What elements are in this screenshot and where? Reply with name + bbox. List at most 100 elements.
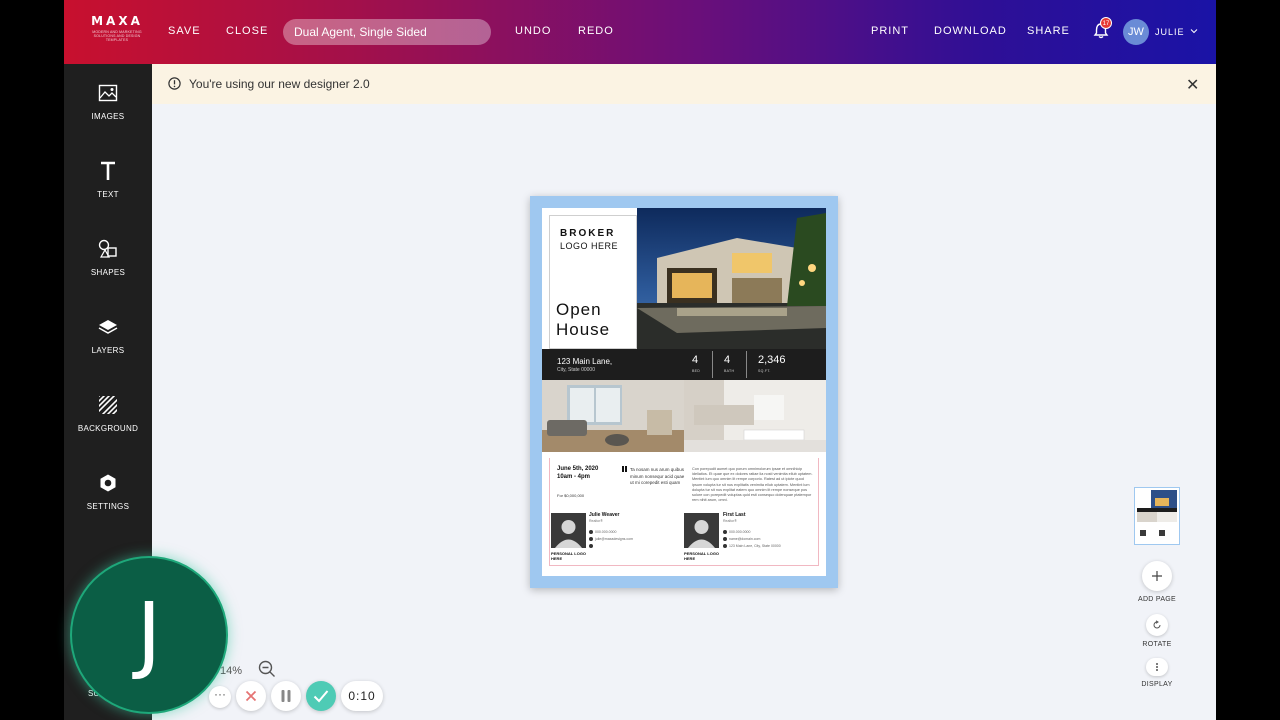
add-page-button[interactable]: [1142, 561, 1172, 591]
recorder-avatar: J: [72, 558, 226, 712]
agent-phone: 000.000.0000: [595, 530, 617, 534]
undo-button[interactable]: UNDO: [515, 25, 551, 37]
sidebar-item-layers[interactable]: LAYERS: [64, 314, 152, 355]
person-placeholder-icon: [684, 513, 719, 548]
house-exterior-photo[interactable]: [637, 208, 826, 349]
notice-text: You're using our new designer 2.0: [189, 77, 370, 91]
zoom-out-icon[interactable]: [258, 660, 276, 678]
recorder-confirm-button[interactable]: [306, 681, 336, 711]
agent-photo[interactable]: [551, 513, 586, 548]
property-description[interactable]: Con porepudit aumet quo porum omnimoloru…: [692, 467, 814, 503]
sidebar-item-label: TEXT: [97, 190, 119, 199]
phone-icon: [589, 530, 593, 534]
property-city-state: City, State 00000: [557, 367, 595, 373]
headline-line-1: Open: [556, 300, 602, 319]
sqft-label: SQ.FT.: [758, 369, 771, 373]
sidebar-item-images[interactable]: IMAGES: [64, 80, 152, 121]
personal-logo-placeholder[interactable]: PERSONAL LOGO HERE: [551, 551, 591, 561]
recorder-timer: 0:10: [341, 681, 383, 711]
agent-name[interactable]: Julie Weaver: [589, 512, 619, 518]
email-icon: [589, 537, 593, 541]
event-date[interactable]: June 5th, 2020 10am - 4pm: [557, 466, 598, 481]
share-button[interactable]: SHARE: [1027, 25, 1070, 37]
sidebar-item-label: IMAGES: [91, 112, 125, 121]
user-avatar[interactable]: JW: [1123, 19, 1149, 45]
email-icon: [723, 537, 727, 541]
layers-icon: [98, 320, 118, 334]
print-button[interactable]: PRINT: [871, 25, 909, 37]
document-title-input[interactable]: Dual Agent, Single Sided: [283, 19, 491, 45]
living-room-photo[interactable]: [542, 380, 684, 452]
add-page-label: ADD PAGE: [1137, 596, 1177, 603]
kitchen-photo[interactable]: [684, 380, 826, 452]
headline-line-2: House: [556, 320, 611, 339]
redo-button[interactable]: REDO: [578, 25, 614, 37]
rotate-icon: [1153, 620, 1161, 629]
agent-address: 123 Main Lane, City, State 00000: [729, 544, 781, 548]
baths-label: BATH: [724, 369, 735, 373]
baths-value: 4: [724, 354, 731, 366]
broker-logo-title: BROKER: [560, 228, 616, 239]
rotate-label: ROTATE: [1142, 641, 1172, 648]
designer-app: MAXA MODERN AND MARKETING SOLUTIONS AND …: [64, 0, 1216, 720]
settings-icon: [100, 474, 116, 492]
recorder-more-button[interactable]: ···: [209, 686, 231, 708]
sidebar-item-label: LAYERS: [91, 346, 125, 355]
more-vertical-icon: [1156, 663, 1158, 671]
event-time-line: 10am - 4pm: [557, 473, 591, 480]
personal-logo-placeholder[interactable]: PERSONAL LOGO HERE: [684, 551, 724, 561]
checkmark-icon: [313, 690, 329, 703]
pause-icon: [281, 690, 291, 702]
agent-phone: 000.000.0000: [729, 530, 751, 534]
recorder-pause-button[interactable]: [271, 681, 301, 711]
display-label: DISPLAY: [1141, 681, 1173, 688]
agent-email: name@domain.com: [729, 537, 761, 541]
maxa-logo[interactable]: MAXA MODERN AND MARKETING SOLUTIONS AND …: [82, 14, 152, 42]
agent-name[interactable]: First Last: [723, 512, 746, 518]
page-thumbnail[interactable]: [1134, 487, 1180, 545]
canvas-page[interactable]: BROKER LOGO HERE Open House 123 Main Lan…: [530, 196, 838, 588]
user-name[interactable]: JULIE: [1155, 27, 1185, 37]
quote-icon: [622, 466, 627, 472]
close-button[interactable]: CLOSE: [226, 25, 268, 37]
agent-email: julie@maxadesigns.com: [595, 537, 633, 541]
location-icon: [589, 544, 593, 548]
broker-logo-box[interactable]: BROKER LOGO HERE Open House: [549, 215, 637, 349]
stats-divider: [746, 351, 747, 378]
sidebar-item-background[interactable]: BACKGROUND: [64, 392, 152, 433]
beds-value: 4: [692, 354, 699, 366]
close-icon[interactable]: ✕: [1186, 75, 1199, 95]
recorder-cancel-button[interactable]: [236, 681, 266, 711]
logo-wordmark: MAXA: [91, 14, 143, 28]
sqft-value: 2,346: [758, 354, 786, 366]
top-bar: MAXA MODERN AND MARKETING SOLUTIONS AND …: [64, 0, 1216, 64]
close-icon: [245, 690, 257, 702]
notification-count-badge: 17: [1100, 17, 1112, 29]
sidebar-item-label: SHAPES: [90, 268, 126, 277]
display-button[interactable]: [1146, 658, 1168, 676]
sidebar-item-label: SETTINGS: [86, 502, 130, 511]
designer-notice-banner: You're using our new designer 2.0 ✕: [152, 64, 1216, 104]
sidebar-item-shapes[interactable]: SHAPES: [64, 236, 152, 277]
flyer-artboard[interactable]: BROKER LOGO HERE Open House 123 Main Lan…: [542, 208, 826, 576]
download-button[interactable]: DOWNLOAD: [934, 25, 1007, 37]
rotate-button[interactable]: [1146, 614, 1168, 636]
sidebar-item-label: BACKGROUND: [77, 424, 139, 433]
property-stats-bar[interactable]: 123 Main Lane, City, State 00000 4 BED 4…: [542, 349, 826, 380]
logo-tagline: MODERN AND MARKETING SOLUTIONS AND DESIG…: [92, 30, 142, 42]
open-house-headline[interactable]: Open House: [556, 300, 610, 340]
agent-photo[interactable]: [684, 513, 719, 548]
sidebar-item-settings[interactable]: SETTINGS: [64, 470, 152, 511]
agent-title: Realtor®: [589, 519, 603, 523]
phone-icon: [723, 530, 727, 534]
listing-price[interactable]: For $0,000,000: [557, 493, 584, 498]
location-icon: [723, 544, 727, 548]
agent-title: Realtor®: [723, 519, 737, 523]
save-button[interactable]: SAVE: [168, 25, 201, 37]
sidebar-item-text[interactable]: TEXT: [64, 158, 152, 199]
quote-text[interactable]: Ta nosam nus arum quibus minum nonsequr …: [630, 467, 688, 487]
beds-label: BED: [692, 369, 701, 373]
plus-icon: [1152, 571, 1162, 581]
chevron-down-icon[interactable]: [1190, 27, 1198, 35]
property-address: 123 Main Lane,: [557, 357, 613, 366]
